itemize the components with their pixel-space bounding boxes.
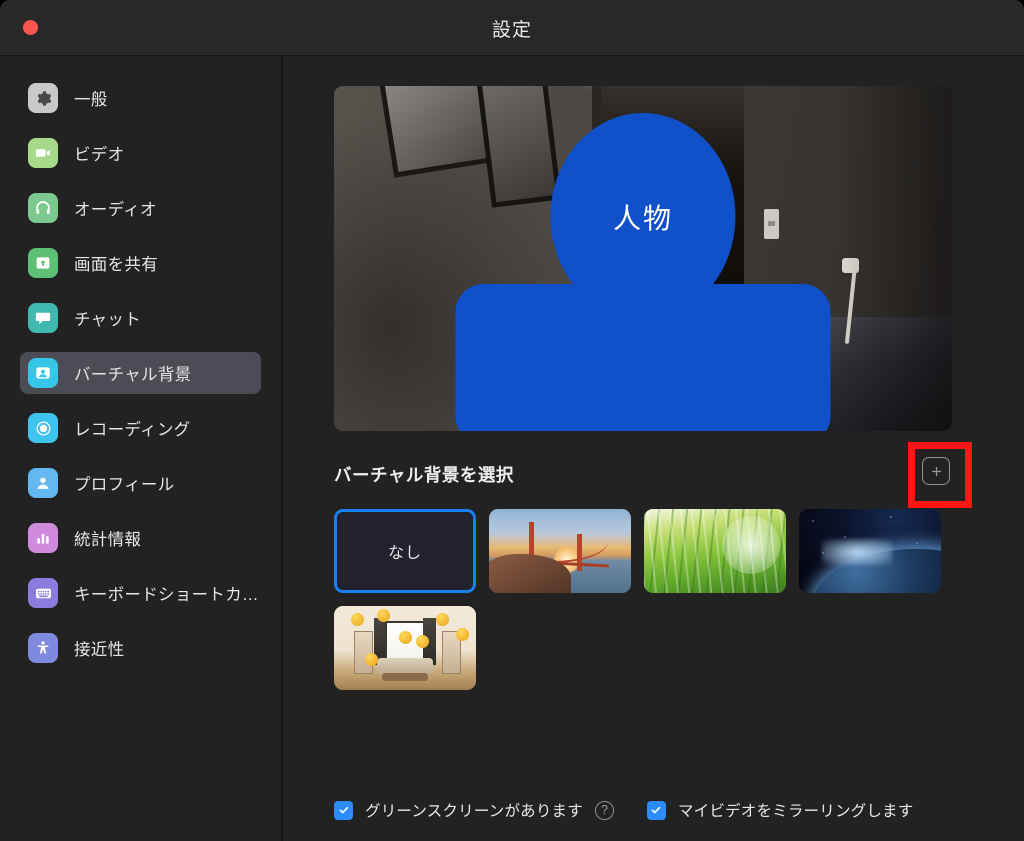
decoration <box>456 627 470 641</box>
help-icon[interactable]: ? <box>594 800 614 820</box>
sidebar: 一般 ビデオ オーディオ 画面を共有 チャット バーチャル背景 レコーディング … <box>0 57 283 841</box>
sidebar-item-chat[interactable]: チャット <box>20 297 261 339</box>
room-image <box>334 606 476 690</box>
sidebar-item-profile[interactable]: プロフィール <box>20 462 261 504</box>
sidebar-item-label: 一般 <box>74 91 108 109</box>
sidebar-item-video[interactable]: ビデオ <box>20 132 261 174</box>
background-thumbnail-golden-gate-bridge[interactable] <box>489 509 631 593</box>
background-thumbnail-none[interactable]: なし <box>334 509 476 593</box>
sidebar-item-audio[interactable]: オーディオ <box>20 187 261 229</box>
light-switch <box>764 209 779 239</box>
screen-share-icon <box>28 248 58 278</box>
person-silhouette-body <box>455 284 831 431</box>
background-thumbnail-grid: なし <box>334 509 974 690</box>
video-camera-icon <box>28 138 58 168</box>
sidebar-item-label: レコーディング <box>74 421 191 439</box>
sidebar-item-general[interactable]: 一般 <box>20 77 261 119</box>
checkmark-icon <box>339 806 348 814</box>
plus-icon <box>931 466 941 476</box>
background-thumbnail-earth-space[interactable] <box>799 509 941 593</box>
mirror-video-checkbox[interactable] <box>646 800 666 820</box>
table <box>382 673 428 681</box>
green-screen-checkbox[interactable] <box>334 800 353 820</box>
bridge-image <box>489 509 631 593</box>
green-screen-option-row: グリーンスクリーンがあります ? <box>334 799 614 821</box>
green-screen-label: グリーンスクリーンがあります <box>365 803 583 820</box>
keyboard-icon <box>28 578 58 608</box>
accessibility-icon <box>28 633 58 663</box>
add-background-button[interactable] <box>922 457 950 485</box>
sidebar-item-statistics[interactable]: 統計情報 <box>20 517 261 559</box>
sidebar-item-label: キーボードショートカ… <box>74 586 259 604</box>
shadow-overlay <box>832 86 952 431</box>
settings-window: 設定 一般 ビデオ オーディオ 画面を共有 チャット バーチャル背景 レコーディ… <box>0 0 1024 841</box>
sidebar-item-recording[interactable]: レコーディング <box>20 407 261 449</box>
person-label: 人物 <box>612 203 674 234</box>
record-icon <box>28 413 58 443</box>
bar-chart-icon <box>28 523 58 553</box>
sidebar-item-label: 接近性 <box>74 641 125 659</box>
preview-options-footer: グリーンスクリーンがあります ? マイビデオをミラーリングします <box>285 779 1024 841</box>
mirror-video-label: マイビデオをミラーリングします <box>677 803 914 820</box>
decoration <box>416 634 430 648</box>
wall-picture-frame <box>476 86 562 208</box>
grass-image <box>644 509 786 593</box>
decoration <box>436 612 450 626</box>
section-title: バーチャル背景を選択 <box>334 465 514 485</box>
page-title: 設定 <box>491 20 532 41</box>
sidebar-item-label: ビデオ <box>74 146 125 164</box>
thumbnail-label: なし <box>387 545 422 562</box>
decoration <box>376 609 390 623</box>
chat-bubble-icon <box>28 303 58 333</box>
decoration <box>351 612 365 626</box>
title-bar: 設定 <box>0 0 1024 56</box>
headphones-icon <box>28 193 58 223</box>
person-card-icon <box>28 358 58 388</box>
earth-image <box>799 509 941 593</box>
gear-icon <box>28 83 58 113</box>
sun-glow <box>821 539 892 566</box>
mirror-video-option-row: マイビデオをミラーリングします <box>646 799 914 821</box>
sidebar-item-label: 画面を共有 <box>74 256 158 274</box>
sidebar-item-virtual-background[interactable]: バーチャル背景 <box>20 352 261 394</box>
background-thumbnail-decorated-room[interactable] <box>334 606 476 690</box>
sidebar-item-label: バーチャル背景 <box>74 366 192 384</box>
sidebar-item-label: チャット <box>74 311 142 329</box>
sidebar-item-accessibility[interactable]: 接近性 <box>20 627 261 669</box>
background-thumbnail-grass[interactable] <box>644 509 786 593</box>
sidebar-item-label: オーディオ <box>74 201 157 219</box>
video-preview[interactable]: 人物 <box>334 86 952 431</box>
sidebar-item-keyboard-shortcuts[interactable]: キーボードショートカ… <box>20 572 261 614</box>
main-panel: 人物 バーチャル背景を選択 なし グリーンスクリーンがあります ? マイビデオを… <box>285 57 1024 841</box>
sidebar-item-label: 統計情報 <box>74 531 142 549</box>
sidebar-item-label: プロフィール <box>74 476 175 494</box>
sidebar-item-screen-share[interactable]: 画面を共有 <box>20 242 261 284</box>
person-icon <box>28 468 58 498</box>
checkmark-icon <box>652 806 661 814</box>
